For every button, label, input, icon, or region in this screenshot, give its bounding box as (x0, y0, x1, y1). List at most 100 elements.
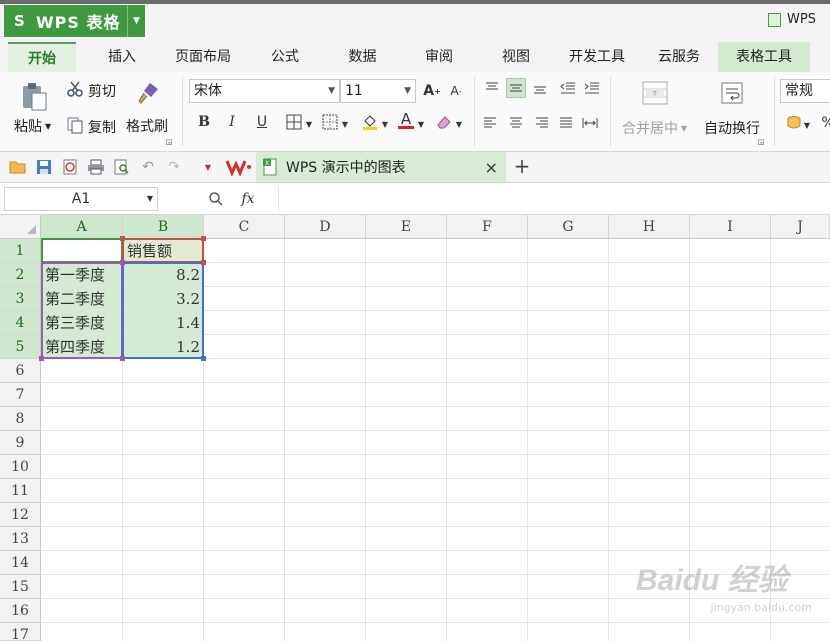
row-header-5[interactable]: 5 (0, 335, 41, 359)
merge-center-icon[interactable]: T (642, 80, 668, 106)
row-header-12[interactable]: 12 (0, 503, 41, 527)
align-bottom-icon[interactable] (530, 78, 550, 98)
row-header-14[interactable]: 14 (0, 551, 41, 575)
row-header-2[interactable]: 2 (0, 263, 41, 287)
justify-icon[interactable] (556, 113, 576, 133)
range-handle[interactable] (201, 260, 206, 265)
tab-data[interactable]: 数据 (335, 42, 390, 72)
range-handle[interactable] (120, 260, 125, 265)
tab-developer[interactable]: 开发工具 (560, 42, 634, 72)
wrap-text-button[interactable]: 自动换行 (704, 118, 760, 138)
currency-format-icon[interactable] (784, 113, 804, 133)
column-header-b[interactable]: B (123, 215, 204, 239)
copy-button[interactable]: 复制 (66, 116, 116, 138)
tab-insert[interactable]: 插入 (92, 42, 152, 72)
paste-button[interactable]: 粘贴 ▼ (14, 116, 51, 136)
bold-button[interactable]: B (194, 112, 214, 132)
cut-button[interactable]: 剪切 (66, 80, 116, 102)
font-color-icon[interactable]: A (396, 110, 416, 130)
chevron-down-icon[interactable]: ▼ (454, 114, 464, 134)
italic-button[interactable]: I (222, 112, 242, 132)
percent-button[interactable]: % (818, 113, 830, 133)
borders-icon[interactable] (284, 112, 304, 132)
font-name-select[interactable]: 宋体 ▼ (189, 79, 340, 103)
range-handle[interactable] (201, 356, 206, 361)
export-pdf-icon[interactable] (60, 157, 80, 177)
zoom-search-icon[interactable] (206, 189, 226, 209)
range-handle[interactable] (120, 356, 125, 361)
range-handle[interactable] (120, 236, 125, 241)
increase-indent-icon[interactable] (582, 78, 602, 98)
customize-toolbar-icon[interactable]: ▼ (198, 157, 218, 177)
row-header-7[interactable]: 7 (0, 383, 41, 407)
align-middle-icon[interactable] (506, 78, 526, 98)
fill-color-icon[interactable] (360, 112, 380, 132)
row-header-1[interactable]: 1 (0, 239, 41, 263)
number-format-select[interactable]: 常规 (780, 79, 830, 103)
chevron-down-icon[interactable]: ▼ (340, 114, 350, 134)
merge-center-button[interactable]: 合并居中 ▼ (622, 118, 687, 138)
row-header-16[interactable]: 16 (0, 599, 41, 623)
column-header-d[interactable]: D (285, 215, 366, 239)
open-folder-icon[interactable] (8, 157, 28, 177)
row-header-17[interactable]: 17 (0, 623, 41, 641)
tab-page-layout[interactable]: 页面布局 (166, 42, 240, 72)
decrease-font-size-icon[interactable]: A- (446, 81, 466, 101)
row-header-15[interactable]: 15 (0, 575, 41, 599)
tab-review[interactable]: 审阅 (413, 42, 465, 72)
range-handle[interactable] (201, 236, 206, 241)
undo-icon[interactable]: ↶ (138, 157, 158, 177)
underline-button[interactable]: U (252, 112, 272, 132)
app-menu-dropdown-icon[interactable]: ▼ (127, 5, 145, 37)
range-handle[interactable] (39, 356, 44, 361)
print-icon[interactable] (86, 157, 106, 177)
formula-input[interactable] (278, 187, 830, 211)
row-header-8[interactable]: 8 (0, 407, 41, 431)
column-header-e[interactable]: E (366, 215, 447, 239)
close-tab-icon[interactable]: × (485, 158, 498, 177)
align-right-icon[interactable] (532, 113, 552, 133)
row-header-13[interactable]: 13 (0, 527, 41, 551)
insert-function-button[interactable]: fx (238, 189, 258, 209)
decrease-indent-icon[interactable] (558, 78, 578, 98)
wrap-text-icon[interactable] (720, 80, 746, 106)
column-header-g[interactable]: G (528, 215, 609, 239)
column-header-i[interactable]: I (690, 215, 771, 239)
save-icon[interactable] (34, 157, 54, 177)
name-box[interactable]: A1 ▼ (4, 187, 158, 211)
row-header-6[interactable]: 6 (0, 359, 41, 383)
tab-view[interactable]: 视图 (490, 42, 542, 72)
row-header-3[interactable]: 3 (0, 287, 41, 311)
chevron-down-icon[interactable]: ▼ (380, 114, 390, 134)
column-header-f[interactable]: F (447, 215, 528, 239)
column-header-h[interactable]: H (609, 215, 690, 239)
chevron-down-icon[interactable]: ▼ (416, 114, 426, 134)
chevron-down-icon[interactable]: ▼ (802, 115, 812, 135)
cell-fill-pattern-icon[interactable] (320, 112, 340, 132)
select-all-corner[interactable] (0, 215, 41, 239)
format-painter-icon[interactable] (136, 80, 162, 106)
column-header-j[interactable]: J (771, 215, 830, 239)
print-preview-icon[interactable] (112, 157, 132, 177)
paste-icon[interactable] (20, 82, 50, 112)
column-header-a[interactable]: A (41, 215, 123, 239)
column-header-c[interactable]: C (204, 215, 285, 239)
row-header-10[interactable]: 10 (0, 455, 41, 479)
chevron-down-icon[interactable]: ▼ (304, 114, 314, 134)
app-menu-button[interactable]: S WPS 表格 ▼ (4, 5, 145, 37)
align-left-icon[interactable] (480, 113, 500, 133)
distributed-align-icon[interactable] (580, 113, 600, 133)
tab-formulas[interactable]: 公式 (260, 42, 310, 72)
row-header-4[interactable]: 4 (0, 311, 41, 335)
wps-home-icon[interactable] (224, 156, 254, 178)
row-header-9[interactable]: 9 (0, 431, 41, 455)
increase-font-size-icon[interactable]: A + (422, 81, 442, 101)
row-header-11[interactable]: 11 (0, 479, 41, 503)
new-tab-icon[interactable]: + (512, 154, 532, 178)
alignment-launcher-icon[interactable]: ◲ (757, 138, 765, 146)
redo-icon[interactable]: ↷ (164, 157, 184, 177)
clear-format-icon[interactable] (434, 112, 454, 132)
font-size-select[interactable]: 11 ▼ (340, 79, 416, 103)
align-center-icon[interactable] (506, 113, 526, 133)
clipboard-launcher-icon[interactable]: ◲ (165, 138, 173, 146)
